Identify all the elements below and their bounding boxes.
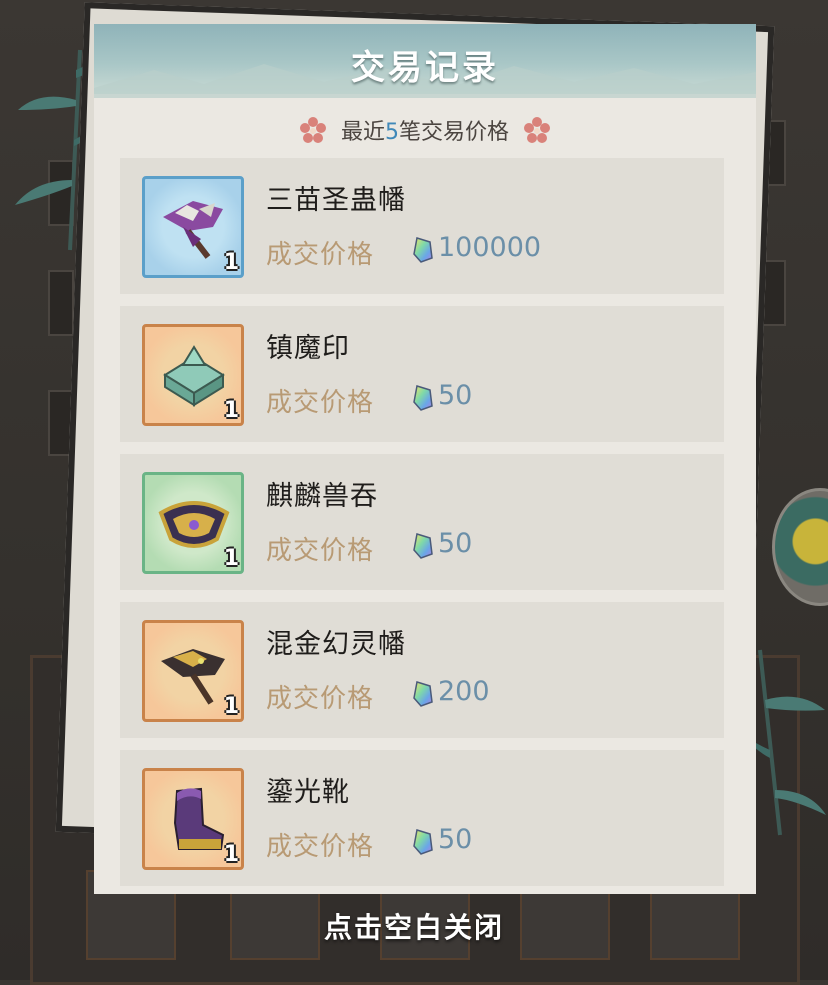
boot-icon [173, 787, 225, 850]
banner-icon [163, 201, 223, 259]
trade-record-item[interactable]: 1 鎏光靴 成交价格 50 [120, 750, 724, 886]
crystal-gem-icon [413, 829, 433, 855]
crystal-gem-icon [413, 237, 433, 263]
beast-armor-icon [158, 501, 230, 548]
item-count: 1 [223, 398, 239, 423]
price-value: 100000 [438, 232, 542, 263]
item-count: 1 [223, 842, 239, 867]
item-name: 三苗圣蛊幡 [266, 185, 406, 216]
item-slot[interactable]: 1 [142, 472, 244, 574]
subtitle-text: 最近5笔交易价格 [341, 114, 509, 146]
flower-icon [299, 117, 326, 143]
subtitle-prefix: 最近 [340, 120, 385, 145]
dialog-header: 交易记录 [94, 24, 756, 98]
item-count: 1 [223, 250, 239, 275]
item-name: 镇魔印 [266, 333, 350, 364]
dialog-title: 交易记录 [351, 48, 499, 88]
item-slot[interactable]: 1 [142, 324, 244, 426]
price-label: 成交价格 [266, 684, 375, 714]
price-label: 成交价格 [266, 536, 375, 566]
price-label: 成交价格 [266, 240, 375, 270]
background-slot [48, 270, 74, 336]
price-value: 50 [438, 528, 473, 559]
subtitle-row: 最近5笔交易价格 [94, 110, 756, 150]
seal-icon [163, 345, 225, 407]
flower-icon [524, 117, 551, 143]
trade-record-item[interactable]: 1 混金幻灵幡 成交价格 200 [120, 602, 724, 738]
trade-record-item[interactable]: 1 三苗圣蛊幡 成交价格 100000 [120, 158, 724, 294]
side-round-button[interactable] [772, 488, 828, 606]
item-count: 1 [223, 546, 239, 571]
trade-record-dialog: 交易记录 最近5笔交易价格 1 三苗圣蛊幡 成交价格 100000 1 镇魔印 … [94, 24, 756, 894]
price-label: 成交价格 [266, 832, 375, 862]
price-value: 50 [438, 824, 473, 855]
crystal-gem-icon [413, 681, 433, 707]
trade-record-item[interactable]: 1 镇魔印 成交价格 50 [120, 306, 724, 442]
item-slot[interactable]: 1 [142, 620, 244, 722]
price-label: 成交价格 [266, 388, 375, 418]
close-hint[interactable]: 点击空白关闭 [0, 906, 828, 946]
item-count: 1 [223, 694, 239, 719]
crystal-gem-icon [413, 385, 433, 411]
trade-record-list[interactable]: 1 三苗圣蛊幡 成交价格 100000 1 镇魔印 成交价格 50 1 麒麟兽吞… [120, 158, 724, 898]
item-name: 混金幻灵幡 [266, 629, 406, 660]
item-name: 鎏光靴 [266, 777, 350, 808]
subtitle-suffix: 笔交易价格 [399, 120, 510, 145]
item-name: 麒麟兽吞 [266, 481, 378, 512]
subtitle-count: 5 [385, 120, 399, 145]
item-slot[interactable]: 1 [142, 176, 244, 278]
golden-banner-icon [161, 649, 225, 705]
item-slot[interactable]: 1 [142, 768, 244, 870]
price-value: 50 [438, 380, 473, 411]
crystal-gem-icon [413, 533, 433, 559]
price-value: 200 [438, 676, 490, 707]
trade-record-item[interactable]: 1 麒麟兽吞 成交价格 50 [120, 454, 724, 590]
